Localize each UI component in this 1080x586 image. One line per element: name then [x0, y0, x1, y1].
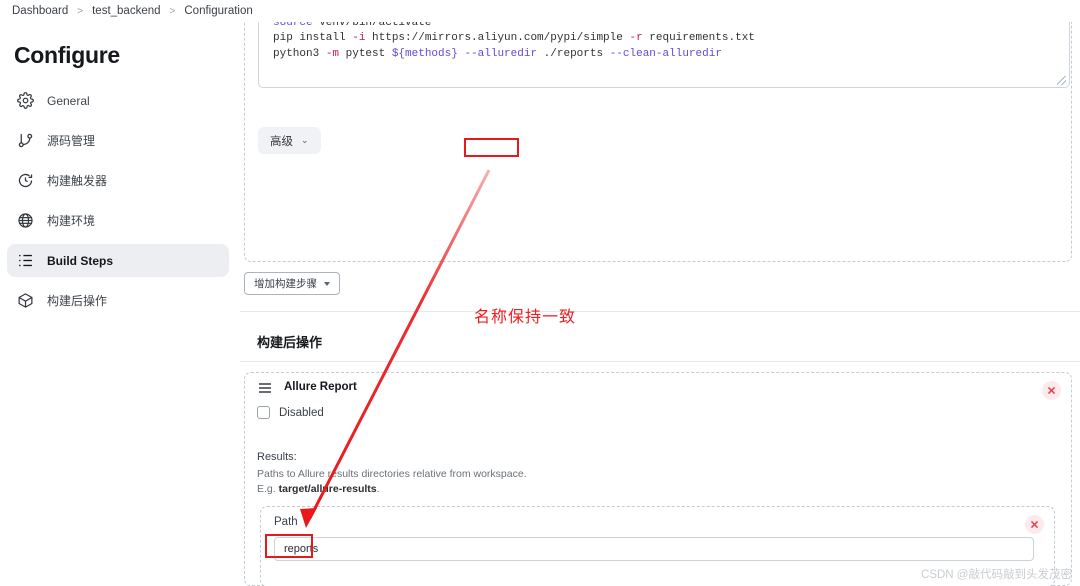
screenshot-root: Dashboard > test_backend > Configuration… [0, 0, 1080, 586]
remove-path-button[interactable] [1025, 515, 1044, 534]
post-build-heading: 构建后操作 [257, 335, 323, 350]
results-help-line-2: E.g. target/allure-results. [257, 483, 380, 495]
sidebar-item-build-environment[interactable]: 构建环境 [7, 204, 229, 237]
path-label: Path [274, 516, 298, 528]
close-icon [1030, 520, 1039, 529]
results-help-line-1: Paths to Allure results directories rela… [257, 468, 527, 480]
allure-report-card: Allure Report Disabled Results: Paths to… [244, 372, 1072, 586]
path-input[interactable] [274, 537, 1034, 561]
sidebar-item-source-management[interactable]: 源码管理 [7, 124, 229, 157]
clock-icon [17, 172, 34, 189]
breadcrumb-separator: > [169, 5, 176, 17]
results-label: Results: [257, 451, 297, 463]
add-build-step-button[interactable]: 增加构建步骤 [244, 272, 340, 295]
advanced-button[interactable]: 高级 ⌄ [258, 127, 321, 154]
sidebar-item-build-triggers[interactable]: 构建触发器 [7, 164, 229, 197]
sidebar-item-build-steps[interactable]: Build Steps [7, 244, 229, 277]
sidebar-item-general[interactable]: General [7, 84, 229, 117]
globe-icon [17, 212, 34, 229]
sidebar-item-label: 源码管理 [47, 134, 96, 148]
caret-down-icon [324, 281, 330, 286]
page-title: Configure [14, 42, 120, 68]
advanced-button-label: 高级 [270, 135, 293, 148]
sidebar-item-label: Build Steps [47, 253, 114, 268]
sidebar-item-label: 构建触发器 [47, 174, 108, 188]
chevron-down-icon: ⌄ [301, 135, 309, 145]
help-example-path: target/allure-results [278, 483, 377, 495]
script-line: pip install -i https://mirrors.aliyun.co… [273, 32, 755, 45]
breadcrumb-separator: > [77, 5, 84, 17]
breadcrumb: Dashboard > test_backend > Configuration [0, 0, 1080, 22]
sidebar-nav: General 源码管理 构建触发器 构建环境 Build Steps 构建后操… [7, 84, 229, 324]
package-icon [17, 292, 34, 309]
close-icon [1047, 386, 1056, 395]
sidebar-item-label: General [47, 93, 90, 108]
breadcrumb-item-dashboard[interactable]: Dashboard [12, 5, 68, 17]
help-suffix: . [376, 483, 380, 495]
section-divider [240, 311, 1080, 312]
breadcrumb-item-configuration[interactable]: Configuration [184, 5, 252, 17]
help-prefix: E.g. [257, 483, 279, 495]
textarea-resize-handle[interactable] [1057, 76, 1066, 85]
disabled-checkbox[interactable] [257, 406, 270, 419]
disabled-checkbox-label: Disabled [279, 406, 324, 419]
gear-icon [17, 92, 34, 109]
section-divider [240, 361, 1080, 362]
allure-report-title: Allure Report [284, 381, 357, 393]
drag-handle-icon[interactable] [258, 381, 272, 393]
list-steps-icon [17, 252, 34, 269]
sidebar-item-label: 构建后操作 [47, 294, 108, 308]
watermark: CSDN @敲代码敲到头发茂密 [921, 569, 1072, 581]
add-build-step-label: 增加构建步骤 [254, 278, 317, 290]
sidebar-item-post-build-actions[interactable]: 构建后操作 [7, 284, 229, 317]
disabled-checkbox-row[interactable]: Disabled [257, 406, 324, 419]
git-branch-icon [17, 132, 34, 149]
remove-allure-report-button[interactable] [1042, 381, 1061, 400]
build-step-panel: 高级 查看 可用的环境变量列表 [ -d venv ] || python3 -… [244, 0, 1072, 262]
sidebar-item-label: 构建环境 [47, 214, 96, 228]
breadcrumb-item-project[interactable]: test_backend [92, 5, 160, 17]
sidebar: Configure General 源码管理 构建触发器 构建环境 Build … [0, 22, 236, 586]
annotation-note: 名称保持一致 [474, 309, 577, 326]
allure-card-header: Allure Report [258, 381, 357, 393]
script-line: python3 -m pytest ${methods} --alluredir… [273, 47, 722, 60]
